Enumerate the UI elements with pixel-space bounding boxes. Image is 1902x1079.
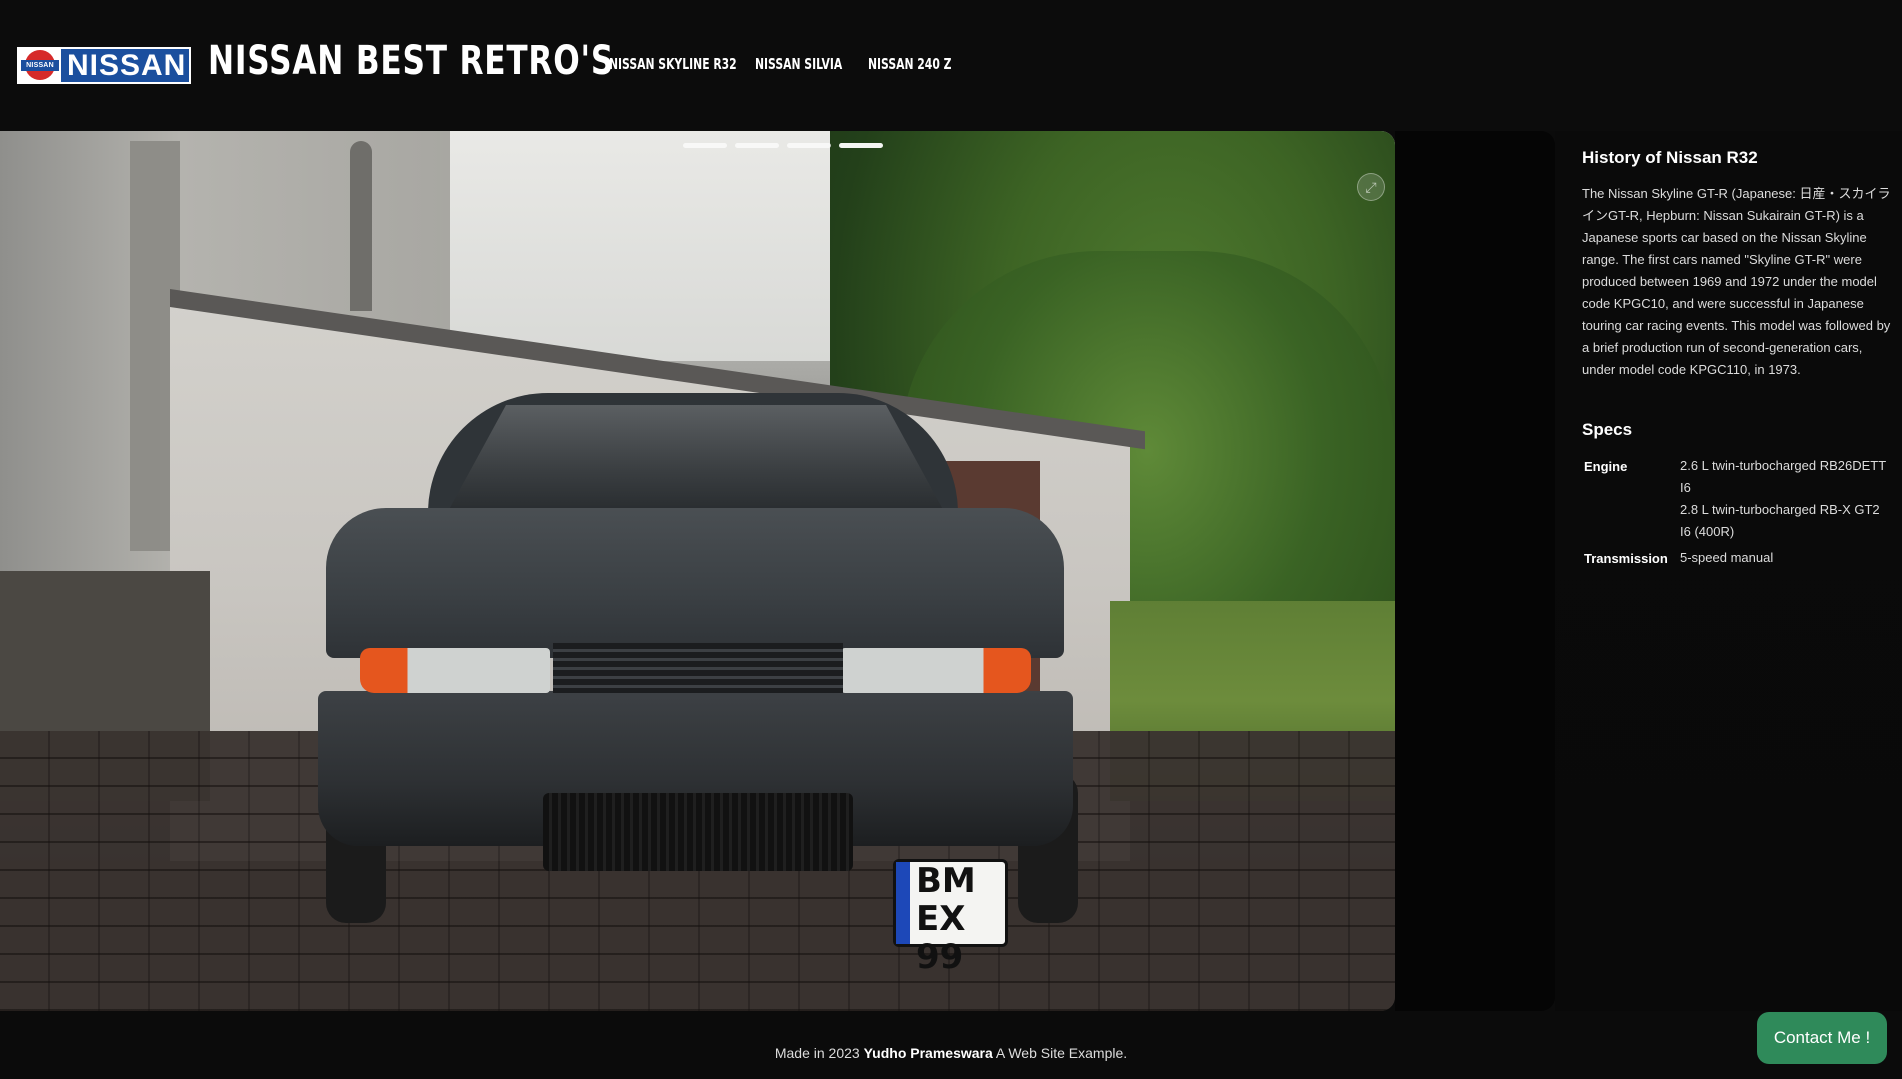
footer-text: Made in 2023 Yudho Prameswara A Web Site… bbox=[0, 1045, 1902, 1061]
info-panel: History of Nissan R32 The Nissan Skyline… bbox=[1555, 131, 1902, 1011]
carousel-dot[interactable] bbox=[683, 143, 727, 148]
contact-me-button[interactable]: Contact Me ! bbox=[1757, 1012, 1887, 1064]
spec-value-transmission: 5-speed manual bbox=[1680, 550, 1774, 565]
emblem-text: NISSAN bbox=[21, 60, 59, 71]
footer-prefix: Made in 2023 bbox=[774, 1045, 860, 1061]
carousel-indicators bbox=[683, 143, 883, 148]
carousel-dot-active[interactable] bbox=[839, 143, 883, 148]
spec-value-engine-2: 2.8 L twin-turbocharged RB-X GT2 I6 (400… bbox=[1680, 502, 1880, 539]
nav-link-240z[interactable]: NISSAN 240 Z bbox=[868, 55, 951, 73]
headlight bbox=[841, 648, 1031, 693]
site-header: NISSAN NISSAN NISSAN BEST RETRO'S NISSAN… bbox=[0, 0, 1902, 131]
footer-suffix: A Web Site Example. bbox=[995, 1045, 1128, 1061]
carousel-side-panel bbox=[1395, 131, 1555, 1011]
info-title: History of Nissan R32 bbox=[1582, 148, 1758, 167]
carousel-dot[interactable] bbox=[735, 143, 779, 148]
carousel-dot[interactable] bbox=[787, 143, 831, 148]
logo-text: NISSAN bbox=[67, 49, 187, 82]
headlight bbox=[360, 648, 550, 693]
nav-link-silvia[interactable]: NISSAN SILVIA bbox=[755, 55, 842, 73]
nav-link-skyline-r32[interactable]: NISSAN SKYLINE R32 bbox=[609, 55, 737, 73]
hero-image-carousel[interactable]: BM EX 99 bbox=[0, 131, 1395, 1011]
site-footer: Made in 2023 Yudho Prameswara A Web Site… bbox=[0, 1011, 1902, 1079]
spec-label-engine: Engine bbox=[1584, 459, 1628, 474]
nissan-emblem-icon: NISSAN bbox=[19, 49, 61, 82]
footer-author: Yudho Prameswara bbox=[863, 1045, 993, 1061]
site-title: NISSAN BEST RETRO'S bbox=[208, 38, 615, 84]
license-plate: BM EX 99 bbox=[893, 859, 1008, 976]
grille bbox=[553, 643, 843, 693]
spec-value-engine-1: 2.6 L twin-turbocharged RB26DETT I6 bbox=[1680, 458, 1886, 495]
nissan-r32-car-photo: BM EX 99 bbox=[318, 393, 1078, 976]
plate-line-2: EX 99 bbox=[916, 899, 966, 977]
nissan-logo[interactable]: NISSAN NISSAN bbox=[17, 47, 191, 84]
expand-icon[interactable]: ⤢ bbox=[1357, 173, 1385, 201]
specs-title: Specs bbox=[1582, 420, 1633, 439]
spec-label-transmission: Transmission bbox=[1584, 551, 1668, 566]
plate-line-1: BM bbox=[916, 861, 976, 901]
info-body: The Nissan Skyline GT-R (Japanese: 日産・スカ… bbox=[1582, 186, 1891, 377]
